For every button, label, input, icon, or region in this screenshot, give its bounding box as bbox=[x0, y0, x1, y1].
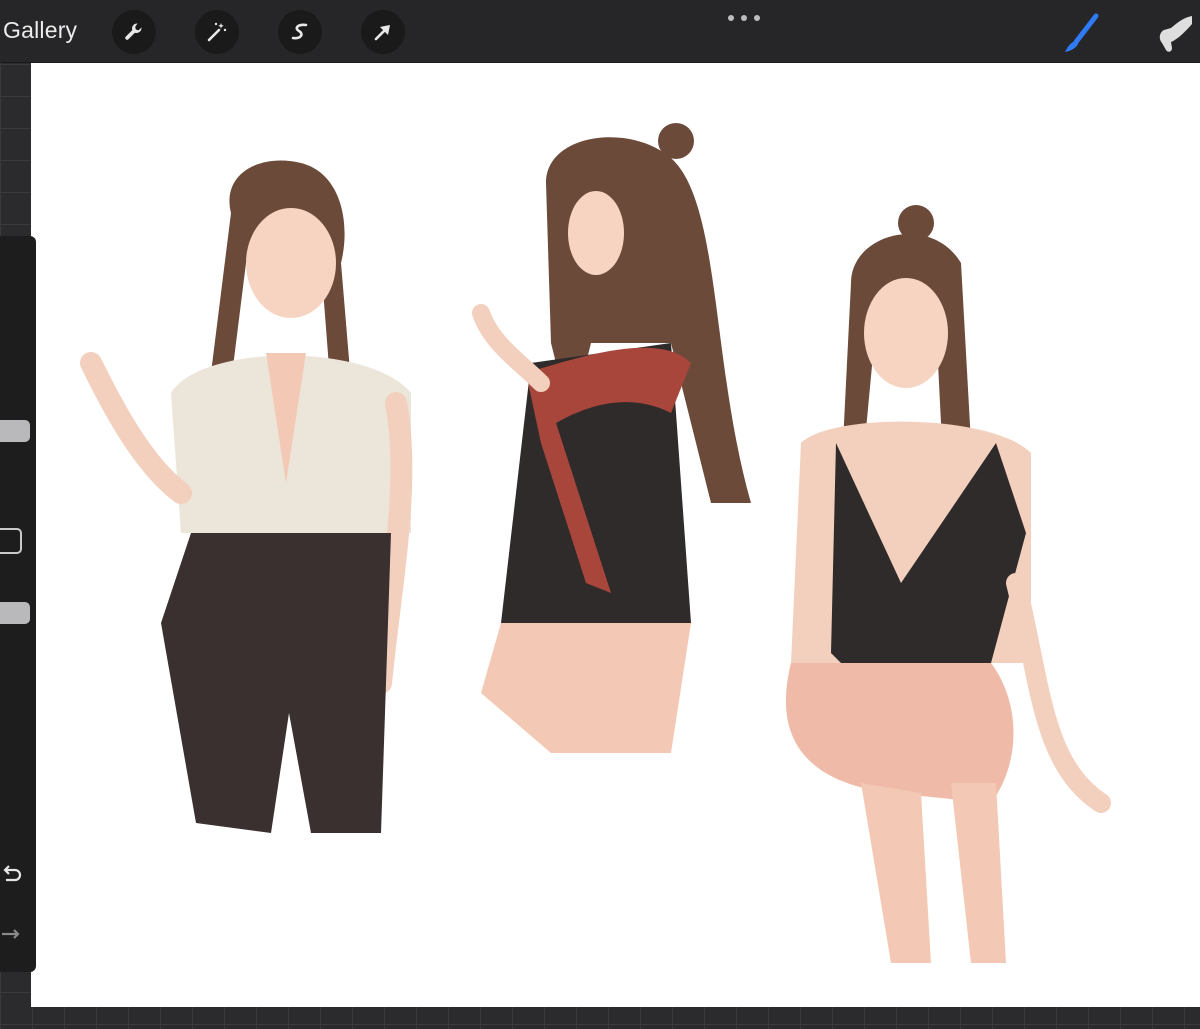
brush-icon[interactable] bbox=[1058, 12, 1104, 56]
figure-2 bbox=[472, 123, 751, 753]
wrench-icon[interactable] bbox=[112, 10, 156, 54]
left-sidebar bbox=[0, 236, 36, 972]
figure-1 bbox=[80, 160, 413, 833]
opacity-slider[interactable] bbox=[0, 602, 30, 624]
top-toolbar: Gallery bbox=[0, 0, 1200, 63]
gallery-button[interactable]: Gallery bbox=[3, 17, 77, 44]
s-selection-icon[interactable] bbox=[278, 10, 322, 54]
arrow-cursor-icon[interactable] bbox=[361, 10, 405, 54]
modify-button[interactable] bbox=[0, 528, 22, 554]
redo-icon[interactable] bbox=[0, 922, 24, 946]
figure-3 bbox=[785, 205, 1111, 963]
magic-wand-icon[interactable] bbox=[195, 10, 239, 54]
smudge-finger-icon[interactable] bbox=[1152, 12, 1198, 56]
drawing-canvas[interactable] bbox=[31, 63, 1200, 1007]
artwork bbox=[80, 123, 1111, 963]
ellipsis-icon[interactable] bbox=[728, 12, 760, 24]
brush-size-slider[interactable] bbox=[0, 420, 30, 442]
undo-icon[interactable] bbox=[0, 862, 24, 886]
